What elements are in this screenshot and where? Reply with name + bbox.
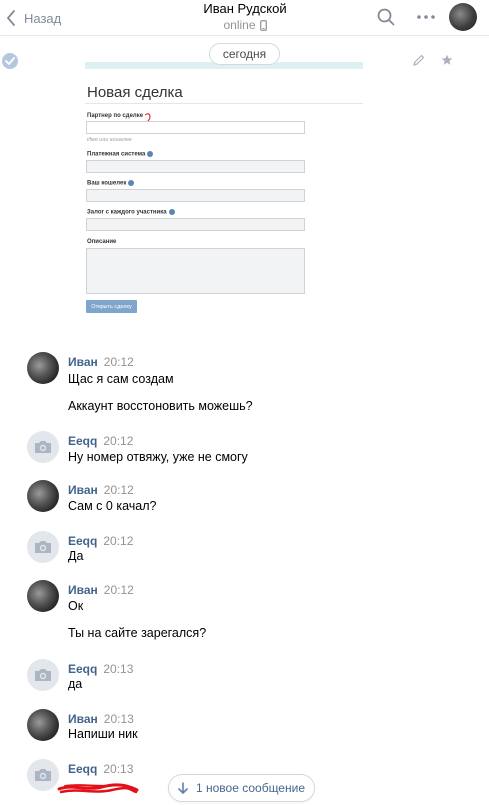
message-text: Напиши ник <box>68 727 138 741</box>
partner-hint: Имя или кошелек <box>87 137 132 143</box>
message-text: Да <box>68 549 84 563</box>
avatar[interactable] <box>27 431 59 463</box>
more-dots-icon <box>417 15 435 19</box>
deposit-label: Залог с каждого участника <box>87 209 175 216</box>
message-text: Сам с 0 качал? <box>68 499 157 513</box>
author-name[interactable]: Иван <box>68 583 98 597</box>
chevron-left-icon <box>7 10 15 26</box>
help-icon <box>168 209 175 215</box>
avatar[interactable] <box>27 531 59 563</box>
message-time: 20:12 <box>103 483 134 497</box>
message-time: 20:13 <box>103 712 134 726</box>
payment-system-field <box>86 160 305 173</box>
day-divider-label: сегодня <box>208 43 281 65</box>
author-name[interactable]: Eeqq <box>68 434 97 448</box>
message-text: Ок <box>68 599 84 613</box>
arrow-down-icon <box>178 782 188 794</box>
chat-header: Назад Иван Рудской online <box>0 0 489 36</box>
search-button[interactable] <box>377 8 395 26</box>
message-header: Eeqq 20:12 <box>68 534 133 548</box>
author-name[interactable]: Eeqq <box>68 534 97 548</box>
back-button[interactable]: Назад <box>6 7 61 29</box>
deposit-field <box>86 218 305 231</box>
back-label: Назад <box>24 10 62 26</box>
avatar[interactable] <box>27 480 59 512</box>
message-header: Иван 20:12 <box>68 583 134 597</box>
camera-icon <box>35 769 51 781</box>
message-time: 20:12 <box>103 534 134 548</box>
author-name[interactable]: Eeqq <box>68 662 97 676</box>
avatar[interactable] <box>27 759 59 791</box>
message-header: Иван 20:13 <box>68 712 134 726</box>
wallet-label: Ваш кошелек <box>87 180 135 187</box>
search-icon <box>377 8 395 26</box>
more-button[interactable] <box>417 15 435 19</box>
camera-icon <box>35 669 51 681</box>
header-actions <box>377 3 477 31</box>
day-divider: сегодня <box>0 43 489 65</box>
message-text: Аккаунт восстоновить можешь? <box>68 399 253 413</box>
author-name[interactable]: Иван <box>68 355 98 369</box>
message-header: Иван 20:12 <box>68 483 134 497</box>
redaction-scribble <box>57 783 139 794</box>
payment-system-label: Платежная система <box>87 151 154 158</box>
contact-status: online <box>223 18 267 32</box>
message-time: 20:12 <box>103 434 134 448</box>
contact-info[interactable]: Иван Рудской online <box>150 2 340 34</box>
contact-name[interactable]: Иван Рудской <box>150 2 340 16</box>
author-name[interactable]: Eeqq <box>68 762 97 776</box>
divider <box>85 103 363 104</box>
author-name[interactable]: Иван <box>68 483 98 497</box>
message-text: да <box>68 677 83 691</box>
new-messages-button[interactable]: 1 новое сообщение <box>168 774 315 802</box>
message-header: Eeqq 20:13 <box>68 662 133 676</box>
avatar[interactable] <box>27 659 59 691</box>
author-name[interactable]: Иван <box>68 712 98 726</box>
message-header: Иван 20:12 <box>68 355 134 369</box>
avatar[interactable] <box>27 580 59 612</box>
status-text: online <box>223 18 256 32</box>
message-header: Eeqq 20:13 <box>68 762 133 776</box>
mobile-phone-icon <box>259 19 267 31</box>
message-text: Ну номер отвяжу, уже не смогу <box>68 450 248 464</box>
message-text: Щас я сам создам <box>68 372 174 386</box>
attached-image[interactable]: Новая сделка Партнер по сделке Имя или к… <box>85 62 363 322</box>
new-messages-label: 1 новое сообщение <box>195 781 305 795</box>
wallet-field <box>86 189 305 202</box>
description-label: Описание <box>87 239 117 245</box>
message-time: 20:13 <box>103 762 134 776</box>
partner-label: Партнер по сделке <box>87 113 144 119</box>
deal-form-title: Новая сделка <box>87 84 183 101</box>
message-time: 20:12 <box>103 583 134 597</box>
message-time: 20:13 <box>103 662 134 676</box>
message-header: Eeqq 20:12 <box>68 434 133 448</box>
help-icon <box>128 180 135 186</box>
message-time: 20:12 <box>103 355 134 369</box>
partner-field <box>86 121 305 134</box>
description-field <box>86 248 305 294</box>
avatar[interactable] <box>27 709 59 741</box>
camera-icon <box>35 541 51 553</box>
contact-avatar[interactable] <box>449 3 477 31</box>
open-deal-button: Открыть сделку <box>86 300 137 313</box>
avatar[interactable] <box>27 352 59 384</box>
help-icon <box>147 151 154 157</box>
camera-icon <box>35 441 51 453</box>
message-text: Ты на сайте зарегался? <box>68 626 207 640</box>
